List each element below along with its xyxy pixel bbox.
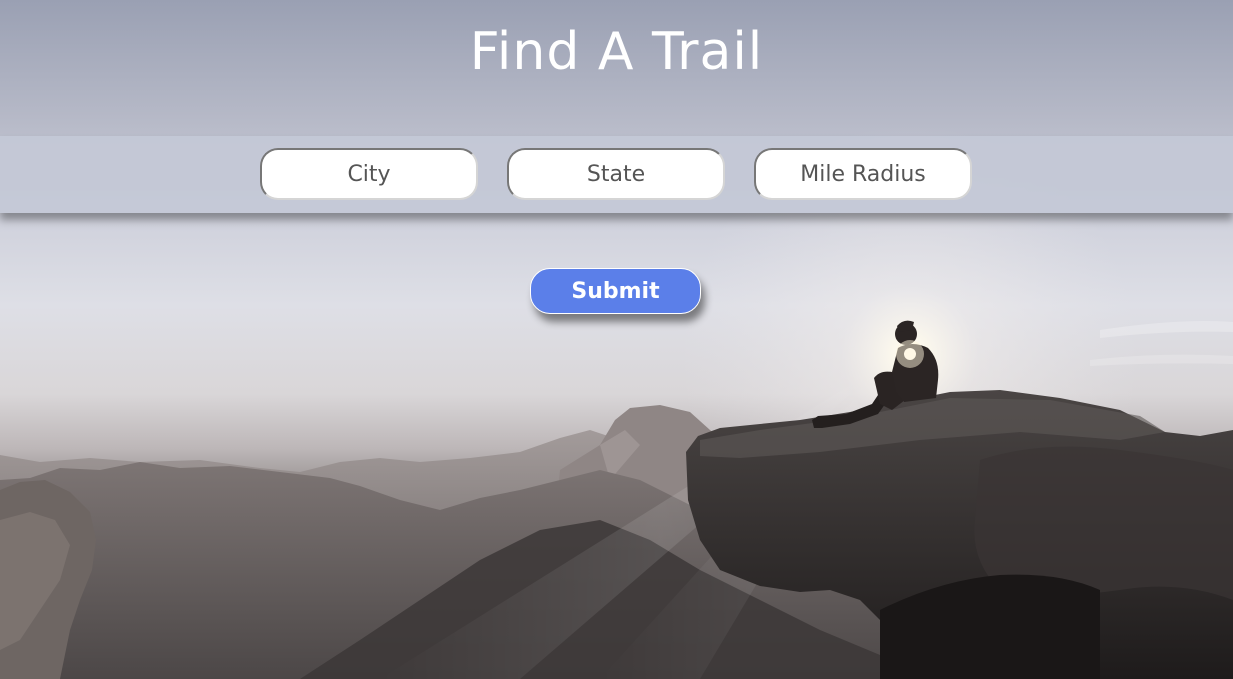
search-bar xyxy=(0,136,1233,213)
state-input[interactable] xyxy=(507,148,725,200)
page-title: Find A Trail xyxy=(469,22,764,82)
mile-radius-input[interactable] xyxy=(754,148,972,200)
submit-button[interactable]: Submit xyxy=(530,268,701,314)
background-photo xyxy=(0,0,1233,679)
page: Find A Trail Submit xyxy=(0,0,1233,679)
city-input[interactable] xyxy=(260,148,478,200)
